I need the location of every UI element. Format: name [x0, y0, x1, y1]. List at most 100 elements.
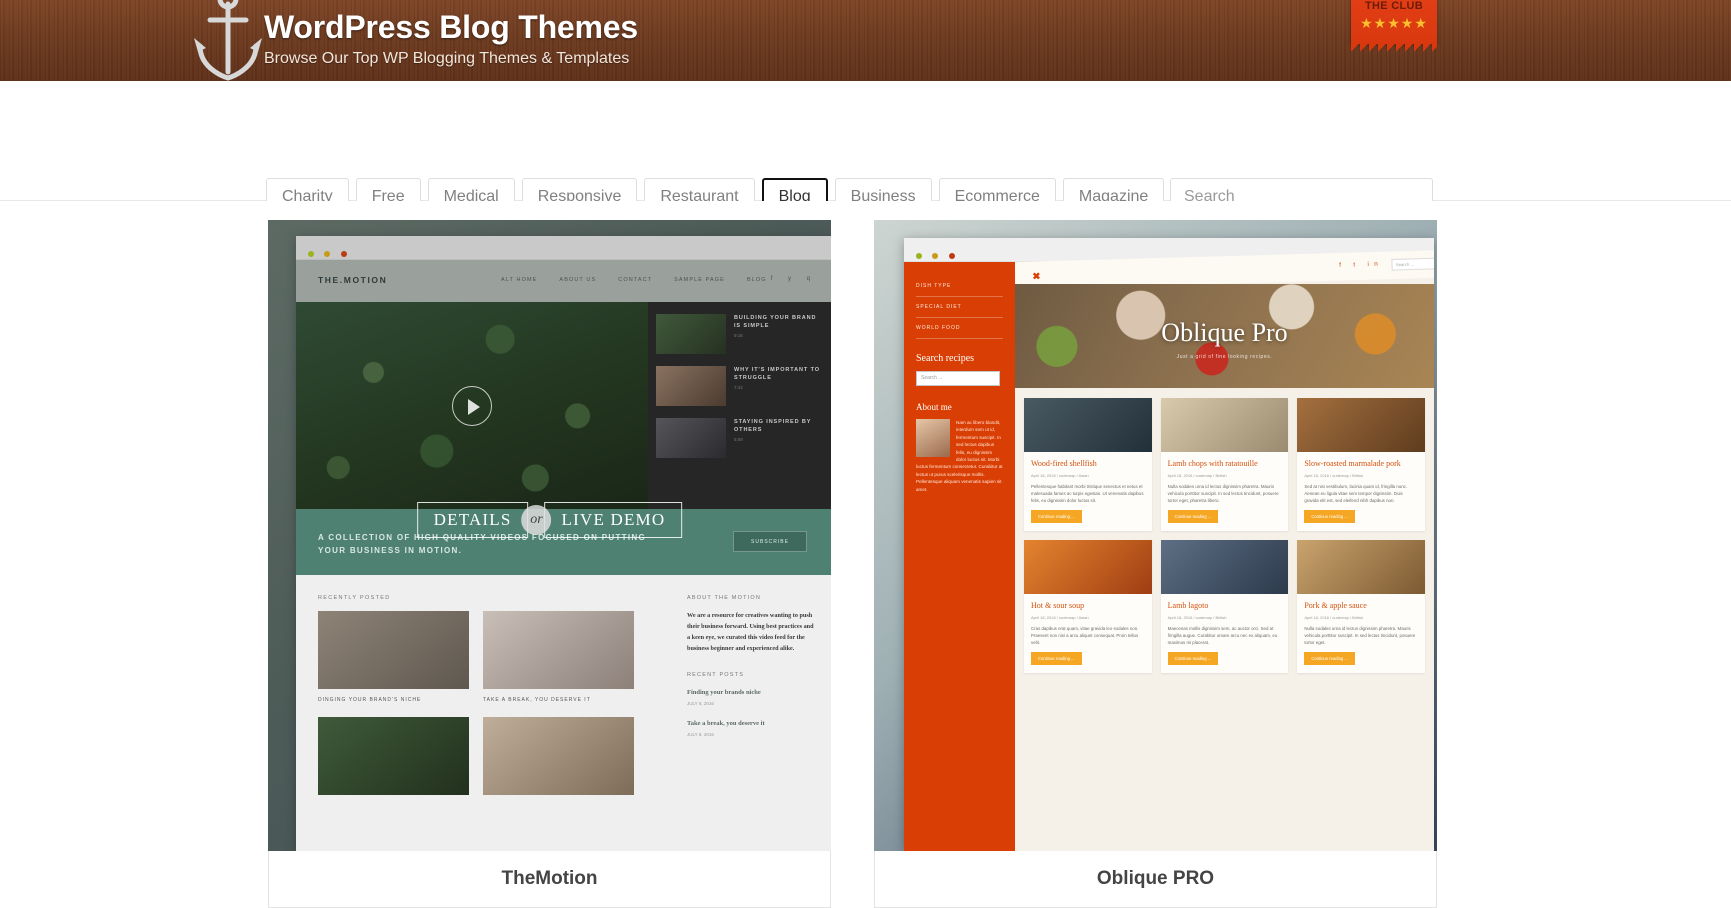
recipe-continue-button: Continue reading ...: [1031, 652, 1082, 665]
window-dot-green: [916, 253, 922, 259]
recipe-image: [1160, 398, 1289, 452]
anchor-icon: [186, 0, 270, 81]
recipe-excerpt: Maecenas mollis dignissim sem, ac auctor…: [1167, 626, 1278, 645]
preview-sidebar: ABOUT THE MOTION We are a resource for c…: [687, 595, 815, 749]
recipe-title: Hot & sour soup: [1031, 601, 1085, 610]
recipe-image: [1160, 540, 1289, 594]
site-header: WordPress Blog Themes Browse Our Top WP …: [0, 0, 1731, 81]
recipe-meta: April 18, 2016 / cudemap / British: [1167, 615, 1227, 620]
preview-recent-post-title: Finding your brands niche: [687, 689, 761, 696]
details-button[interactable]: DETAILS: [416, 502, 529, 538]
preview-social-icons: f t in: [1339, 261, 1384, 269]
preview-post-list: DINGING YOUR BRAND'S NICHE TAKE A BREAK,…: [318, 611, 634, 795]
browser-chrome: [296, 236, 831, 260]
recipe-excerpt: Nulla sodales urna id lectus dignissim p…: [1167, 484, 1279, 503]
preview-sidebar-nav-item: DISH TYPE: [916, 276, 1003, 297]
recipe-excerpt: Cras dapibus erat quam, vitae gravida le…: [1031, 626, 1139, 645]
preview-nav-item: ALT HOME: [501, 277, 538, 283]
playlist-title: WHY IT'S IMPORTANT TO STRUGGLE: [734, 367, 820, 381]
preview-hero-title: Oblique Pro: [1161, 318, 1288, 347]
preview-main: ✖ f t in Search ... Oblique Pro Just a g…: [1015, 249, 1434, 851]
preview-sidebar-nav-item: SPECIAL DIET: [916, 297, 1003, 318]
playlist-thumb: [656, 418, 726, 458]
recipe-card: Pork & apple sauce April 18, 2016 / cude…: [1297, 540, 1425, 673]
close-icon: ✖: [1032, 270, 1041, 282]
or-separator: or: [521, 505, 552, 535]
window-dot-yellow: [324, 251, 331, 257]
preview-navbar: THE.MOTION ALT HOME ABOUT US CONTACT SAMPLE…: [296, 260, 831, 302]
page-title: WordPress Blog Themes: [264, 9, 638, 45]
preview-nav-item: CONTACT: [618, 277, 653, 283]
preview-search-heading: Search recipes: [916, 353, 975, 364]
preview-post: DINGING YOUR BRAND'S NICHE: [318, 611, 469, 795]
window-dot-yellow: [932, 253, 939, 259]
recipe-meta: April 18, 2016 / cudemap / British: [1304, 473, 1364, 478]
site-tagline: Browse Our Top WP Blogging Themes & Temp…: [264, 50, 630, 67]
window-dot-red: [340, 251, 347, 257]
window-dot-green: [308, 251, 314, 257]
recipe-title: Wood-fired shellfish: [1031, 459, 1097, 468]
recipe-meta: April 18, 2016 / cudemap / Asian: [1031, 615, 1089, 620]
preview-top-search: Search ...: [1391, 257, 1434, 271]
theme-preview-oblique-pro[interactable]: DISH TYPE SPECIAL DIET WORLD FOOD Search…: [874, 220, 1437, 851]
preview-post-title: TAKE A BREAK, YOU DESERVE IT: [483, 697, 591, 703]
preview-site-logo: THE.MOTION: [318, 275, 388, 285]
theme-title-oblique-pro[interactable]: Oblique PRO: [874, 851, 1437, 908]
preview-sidebar-nav: DISH TYPE SPECIAL DIET WORLD FOOD: [916, 276, 1003, 339]
avatar: [916, 419, 950, 457]
live-demo-button[interactable]: LIVE DEMO: [544, 502, 683, 538]
club-badge-label: THE CLUB: [1364, 0, 1423, 12]
star-rating-icon: ★★★★★: [1360, 15, 1428, 31]
playlist-title: STAYING INSPIRED BY OTHERS: [734, 419, 812, 433]
preview-hero-subtitle: Just a grid of fine looking recipes.: [1176, 354, 1273, 360]
preview-hover-actions: DETAILS or LIVE DEMO: [416, 502, 683, 538]
recipe-title: Slow-roasted marmalade pork: [1304, 459, 1401, 468]
theme-title-themotion[interactable]: TheMotion: [268, 851, 831, 908]
recipe-excerpt: Nulla sodales urna id lectus dignissim p…: [1304, 626, 1416, 645]
playlist-meta: 7:42: [734, 385, 743, 390]
theme-card[interactable]: DISH TYPE SPECIAL DIET WORLD FOOD Search…: [874, 220, 1437, 908]
preview-hero: BUILDING YOUR BRAND IS SIMPLE 9:16 WHY I…: [296, 302, 831, 509]
recipe-card: Wood-fired shellfish April 18, 2016 / cu…: [1024, 398, 1152, 531]
preview-recent-post-title: Take a break, you deserve it: [687, 720, 765, 727]
recipe-title: Lamb lagoto: [1167, 601, 1209, 610]
browser-mockup: THE.MOTION ALT HOME ABOUT US CONTACT SAMPLE…: [296, 236, 831, 851]
theme-preview-themotion[interactable]: THE.MOTION ALT HOME ABOUT US CONTACT SAMPLE…: [268, 220, 831, 851]
preview-body: RECENTLY POSTED DINGING YOUR BRAND'S NIC…: [296, 575, 831, 851]
preview-post: TAKE A BREAK, YOU DESERVE IT: [483, 611, 634, 795]
recipe-continue-button: Continue reading ...: [1167, 510, 1219, 523]
playlist-meta: 5:08: [734, 437, 743, 442]
preview-recent-post-meta: JULY 8, 2016: [687, 701, 714, 706]
recipe-continue-button: Continue reading ...: [1304, 510, 1355, 523]
recipe-title: Lamb chops with ratatouille: [1167, 459, 1258, 468]
preview-social-icons: f y q: [770, 276, 817, 282]
recipe-meta: April 18, 2016 / cudemap / Asian: [1031, 473, 1089, 478]
play-icon: [452, 385, 492, 426]
theme-card[interactable]: THE.MOTION ALT HOME ABOUT US CONTACT SAMPLE…: [268, 220, 831, 908]
the-club-badge[interactable]: THE CLUB ★★★★★: [1351, 0, 1437, 52]
preview-sidebar-nav-item: WORLD FOOD: [916, 318, 1003, 339]
recipe-card: Lamb lagoto April 18, 2016 / cudemap / B…: [1160, 540, 1289, 673]
preview-about-heading: About me: [916, 402, 952, 412]
recipe-card: Slow-roasted marmalade pork April 18, 20…: [1297, 398, 1425, 531]
preview-nav-item: ABOUT US: [559, 277, 597, 283]
window-dot-red: [948, 253, 955, 259]
recipe-continue-button: Continue reading ...: [1031, 510, 1082, 523]
preview-sidebar: DISH TYPE SPECIAL DIET WORLD FOOD Search…: [904, 262, 1015, 851]
playlist-item: BUILDING YOUR BRAND IS SIMPLE 9:16: [656, 314, 823, 354]
recipe-card: Hot & sour soup April 18, 2016 / cudemap…: [1024, 540, 1152, 673]
recipe-continue-button: Continue reading ...: [1167, 652, 1219, 665]
preview-search-input: Search ...: [916, 371, 1000, 386]
preview-post-image: [483, 717, 634, 795]
preview-hero: Oblique Pro Just a grid of fine looking …: [1015, 284, 1434, 388]
recipe-image: [1297, 398, 1425, 452]
recipe-card: Lamb chops with ratatouille April 18, 20…: [1160, 398, 1289, 531]
preview-post-image: [318, 717, 469, 795]
recipe-title: Pork & apple sauce: [1304, 601, 1367, 610]
preview-playlist: BUILDING YOUR BRAND IS SIMPLE 9:16 WHY I…: [648, 302, 831, 509]
recipe-excerpt: Pellentesque habitant morbi tristique se…: [1031, 484, 1144, 503]
playlist-thumb: [656, 366, 726, 406]
playlist-title: BUILDING YOUR BRAND IS SIMPLE: [734, 315, 817, 329]
preview-recent-post-meta: JULY 8, 2016: [687, 732, 714, 737]
preview-recent-post: Take a break, you deserve it JULY 8, 201…: [687, 718, 815, 740]
